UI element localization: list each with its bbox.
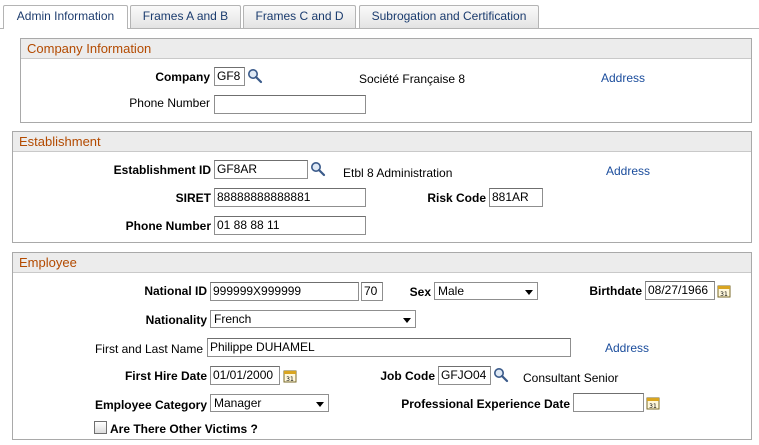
sex-select[interactable]: Male [434,282,538,300]
calendar-icon[interactable]: 31 [717,284,731,298]
tab-frames-a-and-b[interactable]: Frames A and B [130,5,241,28]
siret-input[interactable]: 88888888888881 [214,188,366,207]
tab-frames-c-and-d[interactable]: Frames C and D [243,5,356,28]
establishment-phone-input[interactable]: 01 88 88 11 [214,216,366,235]
magnifier-icon[interactable] [310,161,326,177]
risk-code-input[interactable]: 881AR [489,188,543,207]
chevron-down-icon [316,402,324,407]
establishment-description: Etbl 8 Administration [343,166,453,180]
chevron-down-icon [525,290,533,295]
sex-label: Sex [409,285,431,299]
full-name-label: First and Last Name [94,342,203,356]
birthdate-label: Birthdate [589,284,642,298]
employee-category-label: Employee Category [94,398,207,412]
company-address-link[interactable]: Address [601,71,645,85]
job-code-label: Job Code [380,369,435,383]
national-id-key-input[interactable]: 70 [361,282,383,301]
employee-header: Employee [13,253,751,273]
svg-text:31: 31 [286,376,294,383]
nationality-label: Nationality [145,313,207,327]
first-hire-date-label: First Hire Date [124,369,207,383]
company-phone-label: Phone Number [129,96,210,110]
national-id-input[interactable]: 999999X999999 [210,282,359,301]
employee-category-value: Manager [214,396,262,410]
establishment-address-link[interactable]: Address [606,164,650,178]
birthdate-input[interactable]: 08/27/1966 [645,281,715,300]
employee-category-select[interactable]: Manager [210,394,329,412]
professional-experience-date-label: Professional Experience Date [401,397,570,411]
other-victims-label: Are There Other Victims ? [110,422,258,436]
calendar-icon[interactable]: 31 [646,396,660,410]
job-code-input[interactable]: GFJO04 [438,366,491,385]
svg-text:31: 31 [720,291,728,298]
national-id-label: National ID [144,284,207,298]
nationality-value: French [214,312,252,326]
company-phone-input[interactable] [214,95,366,114]
job-description: Consultant Senior [523,371,619,385]
calendar-icon[interactable]: 31 [283,369,297,383]
nationality-select[interactable]: French [210,310,416,328]
establishment-phone-label: Phone Number [125,219,211,233]
tab-admin-information[interactable]: Admin Information [3,5,128,29]
tab-subrogation-and-certification[interactable]: Subrogation and Certification [359,5,539,28]
magnifier-icon[interactable] [247,68,263,84]
establishment-id-input[interactable]: GF8AR [214,160,308,179]
risk-code-label: Risk Code [427,191,486,205]
svg-text:31: 31 [649,403,657,410]
establishment-id-label: Establishment ID [113,163,211,177]
company-input[interactable]: GF8 [214,67,245,86]
magnifier-icon[interactable] [493,367,509,383]
employee-address-link[interactable]: Address [605,341,649,355]
professional-experience-date-input[interactable] [573,393,644,412]
company-name: Société Française 8 [359,72,466,86]
establishment-header: Establishment [13,132,751,152]
full-name-input[interactable]: Philippe DUHAMEL [207,338,571,357]
other-victims-checkbox[interactable] [94,421,107,434]
sex-value: Male [438,284,465,298]
chevron-down-icon [403,318,411,323]
company-label: Company [155,70,210,84]
first-hire-date-input[interactable]: 01/01/2000 [210,366,280,385]
company-information-header: Company Information [21,39,751,59]
siret-label: SIRET [175,191,211,205]
